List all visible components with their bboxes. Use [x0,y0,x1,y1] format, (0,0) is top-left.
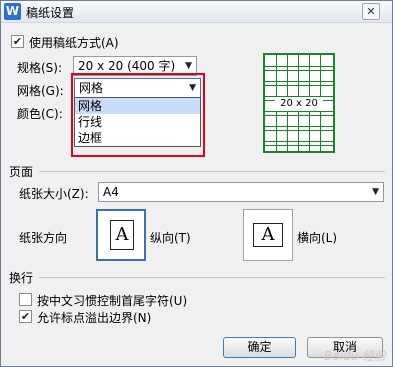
portrait-label[interactable]: 纵向(T) [150,229,191,246]
grid-label: 网格(G): [17,84,64,98]
use-grid-checkbox[interactable]: ✔ [11,35,24,48]
grid-preview: 20 x 20 [263,53,335,153]
preview-size-label: 20 x 20 [275,97,323,111]
punctuation-overflow-label: 允许标点溢出边界(N) [37,311,152,325]
page-section-divider [39,171,385,172]
punctuation-overflow-checkbox[interactable]: ✔ [19,310,32,323]
chinese-rule-checkbox[interactable] [19,293,32,306]
close-button[interactable]: ✕ [362,3,380,20]
ok-button[interactable]: 确定 [223,337,296,358]
orientation-label: 纸张方向 [19,231,68,245]
landscape-label[interactable]: 横向(L) [297,229,337,246]
chevron-down-icon: ▼ [372,187,379,197]
dialog-title: 稿纸设置 [26,6,75,20]
watermark: Baidu 经验 [324,349,386,363]
spec-label: 规格(S): [17,61,63,75]
wps-app-icon: W [4,3,21,20]
portrait-page-icon: A [110,220,134,250]
landscape-page-icon: A [253,223,283,247]
color-label: 颜色(C): [17,107,63,121]
title-bar: W 稿纸设置 ✕ [1,1,392,23]
use-grid-label: 使用稿纸方式(A) [29,36,119,50]
paper-size-label: 纸张大小(Z): [19,187,89,201]
spec-value: 20 x 20 (400 字) [78,59,176,73]
landscape-option[interactable]: A [243,209,293,261]
page-section-title: 页面 [9,165,34,179]
paper-settings-dialog: W 稿纸设置 ✕ ✔ 使用稿纸方式(A) 规格(S): 20 x 20 (400… [0,0,393,367]
portrait-option[interactable]: A [96,209,146,261]
chinese-rule-label: 按中文习惯控制首尾字符(U) [37,294,188,308]
wrap-section-title: 换行 [9,271,34,285]
paper-size-select[interactable]: A4 ▼ [98,182,384,202]
highlight-annotation [71,73,205,157]
paper-size-value: A4 [103,185,119,199]
wrap-section-divider [39,277,385,278]
